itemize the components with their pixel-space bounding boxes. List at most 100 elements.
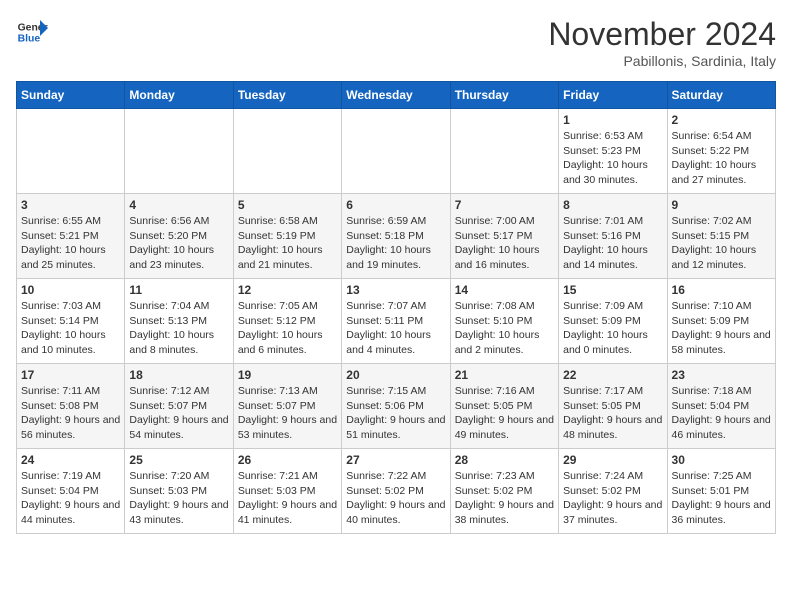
day-info: Sunrise: 7:24 AM Sunset: 5:02 PM Dayligh…	[563, 469, 662, 528]
calendar-cell: 14Sunrise: 7:08 AM Sunset: 5:10 PM Dayli…	[450, 279, 558, 364]
logo: General Blue	[16, 16, 48, 48]
calendar-cell	[233, 109, 341, 194]
calendar-cell	[450, 109, 558, 194]
day-number: 14	[455, 283, 554, 297]
day-info: Sunrise: 6:54 AM Sunset: 5:22 PM Dayligh…	[672, 129, 771, 188]
calendar-cell: 11 Sunrise: 7:04 AM Sunset: 5:13 PM Dayli…	[125, 279, 233, 364]
calendar-cell: 2 Sunrise: 6:54 AM Sunset: 5:22 PM Daylig…	[667, 109, 775, 194]
day-of-week-header: Tuesday	[233, 82, 341, 109]
day-number: 29	[563, 453, 662, 467]
calendar-cell	[342, 109, 450, 194]
day-info: Sunrise: 6:53 AM Sunset: 5:23 PM Dayligh…	[563, 129, 662, 188]
calendar-cell	[17, 109, 125, 194]
day-number: 21	[455, 368, 554, 382]
day-info: Sunrise: 7:13 AM Sunset: 5:07 PM Dayligh…	[238, 384, 337, 443]
calendar-header: SundayMondayTuesdayWednesdayThursdayFrid…	[17, 82, 776, 109]
calendar-cell: 19 Sunrise: 7:13 AM Sunset: 5:07 PM Dayli…	[233, 364, 341, 449]
day-info: Sunrise: 7:18 AM Sunset: 5:04 PM Dayligh…	[672, 384, 771, 443]
calendar-cell: 25 Sunrise: 7:20 AM Sunset: 5:03 PM Dayli…	[125, 449, 233, 534]
day-number: 4	[129, 198, 228, 212]
day-number: 2	[672, 113, 771, 127]
day-of-week-header: Wednesday	[342, 82, 450, 109]
day-number: 17	[21, 368, 120, 382]
day-info: Sunrise: 6:59 AM Sunset: 5:18 PM Dayligh…	[346, 214, 445, 273]
day-info: Sunrise: 7:07 AM Sunset: 5:11 PM Dayligh…	[346, 299, 445, 358]
day-of-week-header: Sunday	[17, 82, 125, 109]
calendar-cell: 13 Sunrise: 7:07 AM Sunset: 5:11 PM Dayli…	[342, 279, 450, 364]
day-info: Sunrise: 7:11 AM Sunset: 5:08 PM Dayligh…	[21, 384, 120, 443]
day-info: Sunrise: 7:19 AM Sunset: 5:04 PM Dayligh…	[21, 469, 120, 528]
calendar-cell: 5 Sunrise: 6:58 AM Sunset: 5:19 PM Daylig…	[233, 194, 341, 279]
day-number: 26	[238, 453, 337, 467]
calendar-cell: 22Sunrise: 7:17 AM Sunset: 5:05 PM Dayli…	[559, 364, 667, 449]
day-info: Sunrise: 7:05 AM Sunset: 5:12 PM Dayligh…	[238, 299, 337, 358]
calendar-cell	[125, 109, 233, 194]
calendar-cell: 29 Sunrise: 7:24 AM Sunset: 5:02 PM Dayli…	[559, 449, 667, 534]
day-info: Sunrise: 7:02 AM Sunset: 5:15 PM Dayligh…	[672, 214, 771, 273]
day-number: 8	[563, 198, 662, 212]
calendar-cell: 17 Sunrise: 7:11 AM Sunset: 5:08 PM Dayli…	[17, 364, 125, 449]
calendar-cell: 3Sunrise: 6:55 AM Sunset: 5:21 PM Daylig…	[17, 194, 125, 279]
title-block: November 2024 Pabillonis, Sardinia, Ital…	[548, 16, 776, 69]
calendar-cell: 26 Sunrise: 7:21 AM Sunset: 5:03 PM Dayli…	[233, 449, 341, 534]
day-info: Sunrise: 7:16 AM Sunset: 5:05 PM Dayligh…	[455, 384, 554, 443]
calendar-cell: 24Sunrise: 7:19 AM Sunset: 5:04 PM Dayli…	[17, 449, 125, 534]
day-info: Sunrise: 7:01 AM Sunset: 5:16 PM Dayligh…	[563, 214, 662, 273]
day-number: 13	[346, 283, 445, 297]
calendar-cell: 16 Sunrise: 7:10 AM Sunset: 5:09 PM Dayli…	[667, 279, 775, 364]
day-number: 30	[672, 453, 771, 467]
day-info: Sunrise: 7:20 AM Sunset: 5:03 PM Dayligh…	[129, 469, 228, 528]
day-number: 28	[455, 453, 554, 467]
day-number: 20	[346, 368, 445, 382]
calendar-week-row: 24Sunrise: 7:19 AM Sunset: 5:04 PM Dayli…	[17, 449, 776, 534]
calendar-cell: 10Sunrise: 7:03 AM Sunset: 5:14 PM Dayli…	[17, 279, 125, 364]
calendar-cell: 28 Sunrise: 7:23 AM Sunset: 5:02 PM Dayli…	[450, 449, 558, 534]
calendar-cell: 9 Sunrise: 7:02 AM Sunset: 5:15 PM Daylig…	[667, 194, 775, 279]
day-info: Sunrise: 7:23 AM Sunset: 5:02 PM Dayligh…	[455, 469, 554, 528]
day-number: 12	[238, 283, 337, 297]
day-info: Sunrise: 7:00 AM Sunset: 5:17 PM Dayligh…	[455, 214, 554, 273]
calendar-cell: 8 Sunrise: 7:01 AM Sunset: 5:16 PM Daylig…	[559, 194, 667, 279]
day-of-week-header: Thursday	[450, 82, 558, 109]
day-of-week-header: Saturday	[667, 82, 775, 109]
day-info: Sunrise: 7:03 AM Sunset: 5:14 PM Dayligh…	[21, 299, 120, 358]
day-info: Sunrise: 6:56 AM Sunset: 5:20 PM Dayligh…	[129, 214, 228, 273]
calendar-cell: 15 Sunrise: 7:09 AM Sunset: 5:09 PM Dayli…	[559, 279, 667, 364]
day-info: Sunrise: 7:22 AM Sunset: 5:02 PM Dayligh…	[346, 469, 445, 528]
calendar-cell: 30Sunrise: 7:25 AM Sunset: 5:01 PM Dayli…	[667, 449, 775, 534]
calendar-cell: 7 Sunrise: 7:00 AM Sunset: 5:17 PM Daylig…	[450, 194, 558, 279]
header-row: SundayMondayTuesdayWednesdayThursdayFrid…	[17, 82, 776, 109]
calendar-cell: 1Sunrise: 6:53 AM Sunset: 5:23 PM Daylig…	[559, 109, 667, 194]
day-number: 16	[672, 283, 771, 297]
day-info: Sunrise: 6:58 AM Sunset: 5:19 PM Dayligh…	[238, 214, 337, 273]
page-header: General Blue November 2024 Pabillonis, S…	[16, 16, 776, 69]
day-number: 23	[672, 368, 771, 382]
day-info: Sunrise: 7:09 AM Sunset: 5:09 PM Dayligh…	[563, 299, 662, 358]
day-of-week-header: Friday	[559, 82, 667, 109]
day-info: Sunrise: 7:10 AM Sunset: 5:09 PM Dayligh…	[672, 299, 771, 358]
calendar-cell: 23 Sunrise: 7:18 AM Sunset: 5:04 PM Dayli…	[667, 364, 775, 449]
day-number: 9	[672, 198, 771, 212]
svg-text:Blue: Blue	[18, 34, 41, 45]
logo-icon: General Blue	[16, 16, 48, 48]
day-of-week-header: Monday	[125, 82, 233, 109]
day-number: 19	[238, 368, 337, 382]
day-info: Sunrise: 7:21 AM Sunset: 5:03 PM Dayligh…	[238, 469, 337, 528]
day-number: 15	[563, 283, 662, 297]
day-number: 3	[21, 198, 120, 212]
calendar-cell: 18Sunrise: 7:12 AM Sunset: 5:07 PM Dayli…	[125, 364, 233, 449]
day-info: Sunrise: 7:12 AM Sunset: 5:07 PM Dayligh…	[129, 384, 228, 443]
day-info: Sunrise: 7:04 AM Sunset: 5:13 PM Dayligh…	[129, 299, 228, 358]
day-info: Sunrise: 7:15 AM Sunset: 5:06 PM Dayligh…	[346, 384, 445, 443]
day-info: Sunrise: 7:17 AM Sunset: 5:05 PM Dayligh…	[563, 384, 662, 443]
calendar-cell: 27Sunrise: 7:22 AM Sunset: 5:02 PM Dayli…	[342, 449, 450, 534]
day-number: 7	[455, 198, 554, 212]
calendar-week-row: 10Sunrise: 7:03 AM Sunset: 5:14 PM Dayli…	[17, 279, 776, 364]
calendar-week-row: 1Sunrise: 6:53 AM Sunset: 5:23 PM Daylig…	[17, 109, 776, 194]
day-number: 11	[129, 283, 228, 297]
day-number: 5	[238, 198, 337, 212]
calendar-body: 1Sunrise: 6:53 AM Sunset: 5:23 PM Daylig…	[17, 109, 776, 534]
day-number: 25	[129, 453, 228, 467]
calendar-week-row: 17 Sunrise: 7:11 AM Sunset: 5:08 PM Dayli…	[17, 364, 776, 449]
location-subtitle: Pabillonis, Sardinia, Italy	[548, 53, 776, 69]
